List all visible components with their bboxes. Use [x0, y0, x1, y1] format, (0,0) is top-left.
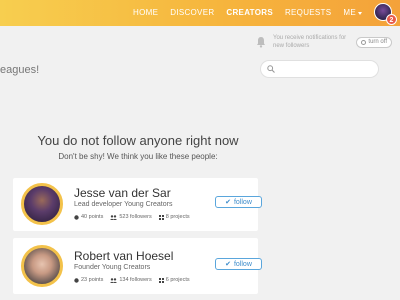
follow-label: follow: [233, 198, 252, 206]
points-value: 40 points: [81, 214, 104, 220]
follow-button[interactable]: ✔ follow: [215, 196, 262, 208]
nav-me-label: ME: [343, 8, 356, 17]
empty-state-headline: You do not follow anyone right now: [37, 133, 239, 148]
power-icon: [361, 40, 367, 45]
notification-badge: 2: [386, 14, 397, 25]
followers-stat: 134 followers: [110, 277, 152, 283]
points-icon: [74, 277, 79, 283]
follow-label: follow: [233, 260, 252, 268]
points-stat: 40 points: [74, 214, 103, 220]
search-box[interactable]: [260, 60, 379, 78]
nav-me-dropdown[interactable]: ME: [343, 0, 362, 26]
check-icon: ✔: [225, 261, 231, 268]
chevron-down-icon: [358, 11, 362, 15]
nav-requests[interactable]: REQUESTS: [285, 0, 331, 26]
turn-off-notifications-button[interactable]: turn off: [356, 37, 392, 48]
creator-avatar[interactable]: [21, 245, 63, 287]
empty-state-subline: Don't be shy! We think you like these pe…: [58, 152, 218, 161]
points-icon: [74, 214, 79, 220]
nav-home[interactable]: HOME: [133, 0, 158, 26]
creator-role: Lead developer Young Creators: [74, 201, 173, 208]
creator-name[interactable]: Robert van Hoesel: [74, 249, 173, 263]
bell-icon: [257, 37, 265, 48]
search-icon: [267, 65, 275, 73]
grid-icon: [158, 277, 164, 283]
projects-value: 6 projects: [165, 277, 190, 283]
projects-stat: 6 projects: [158, 277, 190, 283]
suggested-creator-card: Jesse van der Sar Lead developer Young C…: [13, 178, 262, 231]
grid-icon: [158, 214, 164, 220]
nav-creators[interactable]: CREATORS: [226, 0, 273, 26]
points-value: 23 points: [81, 277, 104, 283]
creator-role: Founder Young Creators: [74, 264, 151, 271]
followers-value: 523 followers: [119, 214, 152, 220]
creator-name[interactable]: Jesse van der Sar: [74, 186, 171, 200]
followers-value: 134 followers: [119, 277, 152, 283]
suggested-creator-card: Robert van Hoesel Founder Young Creators…: [13, 238, 262, 294]
notification-description: You receive notifications for new follow…: [273, 35, 347, 49]
follower-notification-setting: You receive notifications for new follow…: [256, 33, 392, 53]
projects-stat: 8 projects: [158, 214, 190, 220]
creator-stats: 40 points 523 followers 8 projects: [74, 214, 197, 220]
creator-avatar[interactable]: [21, 183, 63, 225]
follow-button[interactable]: ✔ follow: [215, 258, 262, 270]
followers-stat: 523 followers: [110, 214, 152, 220]
check-icon: ✔: [225, 199, 231, 206]
users-icon: [110, 214, 118, 220]
points-stat: 23 points: [74, 277, 103, 283]
search-input[interactable]: [278, 63, 374, 76]
top-navigation-bar: HOME DISCOVER CREATORS REQUESTS ME 2: [0, 0, 400, 26]
nav-discover[interactable]: DISCOVER: [170, 0, 214, 26]
creator-stats: 23 points 134 followers 6 projects: [74, 277, 197, 283]
projects-value: 8 projects: [165, 214, 190, 220]
main-nav: HOME DISCOVER CREATORS REQUESTS ME 2: [121, 0, 397, 26]
turn-off-label: turn off: [368, 39, 387, 45]
users-icon: [110, 277, 118, 283]
user-avatar-button[interactable]: 2: [374, 3, 397, 25]
partial-banner-text: eagues!: [0, 64, 40, 76]
